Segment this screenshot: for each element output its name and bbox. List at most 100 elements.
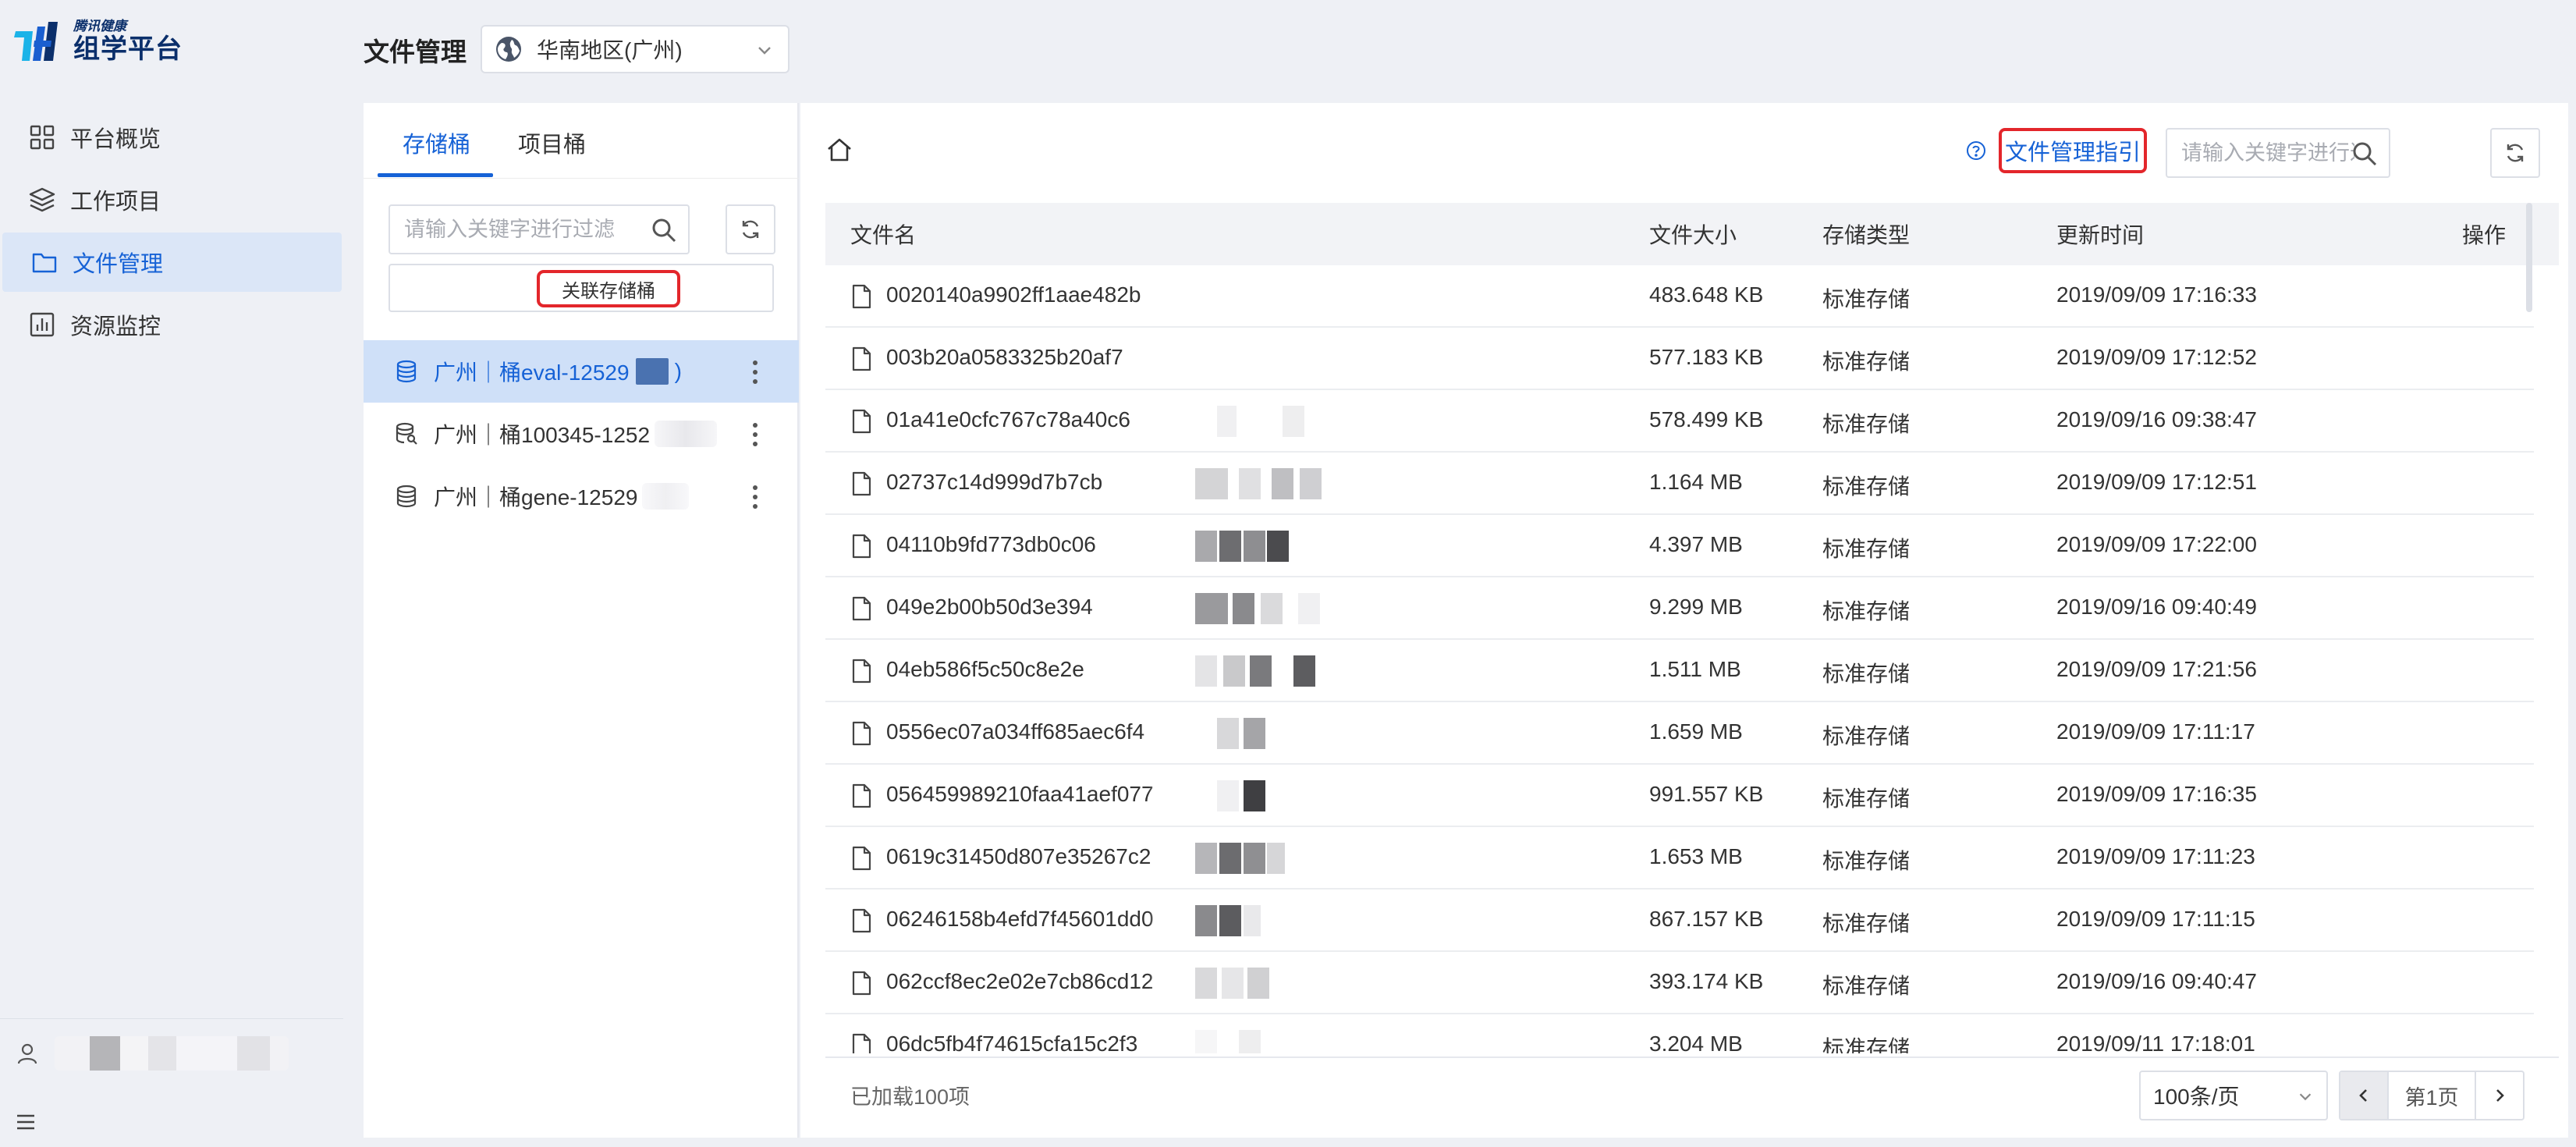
redacted-file-name-suffix xyxy=(1148,276,1304,317)
file-search-box xyxy=(2166,128,2390,178)
more-vertical-icon[interactable] xyxy=(750,359,760,385)
table-row[interactable]: 0020140a9902ff1aae482b 483.648 KB 标准存储 2019… xyxy=(825,265,2534,328)
table-scrollbar[interactable] xyxy=(2526,203,2532,312)
column-header-size[interactable]: 文件大小 xyxy=(1649,218,1737,250)
table-row[interactable]: 06dc5fb4f74615cfa15c2f3 3.204 MB 标准存储 2019/… xyxy=(825,1014,2534,1053)
region-select-value: 华南地区(广州) xyxy=(537,38,683,62)
redacted-file-name-suffix xyxy=(1148,838,1304,879)
file-size: 1.659 MB xyxy=(1649,719,1743,744)
bucket-item-gene[interactable]: 广州｜桶gene-12529 xyxy=(364,465,799,527)
table-row[interactable]: 0619c31450d807e35267c2 1.653 MB 标准存储 2019/0… xyxy=(825,827,2534,890)
sidebar: 腾讯健康 组学平台 平台概览 工作项目 文件管理 资源监控 xyxy=(0,0,343,1147)
storage-type: 标准存储 xyxy=(1822,662,1911,686)
sidebar-item-monitor[interactable]: 资源监控 xyxy=(0,295,339,354)
more-vertical-icon[interactable] xyxy=(750,421,760,448)
file-name[interactable]: 062ccf8ec2e02e7cb86cd12 xyxy=(886,969,1154,994)
table-row[interactable]: 049e2b00b50d3e394 9.299 MB 标准存储 2019/09/16 … xyxy=(825,577,2534,640)
search-icon[interactable] xyxy=(651,217,677,243)
user-profile[interactable] xyxy=(16,1036,289,1071)
folder-icon xyxy=(32,253,57,273)
storage-type: 标准存储 xyxy=(1822,724,1911,748)
bucket-item-eval[interactable]: 广州｜桶eval-12529 ) xyxy=(364,340,799,403)
table-row[interactable]: 06246158b4efd7f45601dd0 867.157 KB 标准存储 201… xyxy=(825,890,2534,952)
file-icon xyxy=(852,1033,871,1053)
table-row[interactable]: 056459989210faa41aef077 991.557 KB 标准存储 201… xyxy=(825,765,2534,827)
database-search-icon xyxy=(396,422,417,445)
file-name[interactable]: 0619c31450d807e35267c2 xyxy=(886,844,1151,869)
storage-type: 标准存储 xyxy=(1822,849,1911,873)
table-row[interactable]: 003b20a0583325b20af7 577.183 KB 标准存储 2019/0… xyxy=(825,328,2534,390)
updated-time: 2019/09/09 17:16:35 xyxy=(2056,782,2257,806)
footer-divider xyxy=(825,1056,2559,1058)
file-size: 1.511 MB xyxy=(1649,657,1741,681)
more-vertical-icon[interactable] xyxy=(750,484,760,510)
bucket-item-100345[interactable]: 广州｜桶100345-1252 xyxy=(364,403,799,465)
tab-project-buckets[interactable]: 项目桶 xyxy=(518,126,586,159)
prev-page-button[interactable] xyxy=(2340,1072,2389,1119)
file-size: 3.204 MB xyxy=(1649,1032,1743,1053)
updated-time: 2019/09/09 17:11:17 xyxy=(2056,719,2255,744)
storage-type: 标准存储 xyxy=(1822,911,1911,936)
globe-icon xyxy=(496,37,521,62)
loaded-count: 已加载100项 xyxy=(850,1085,970,1109)
next-page-button[interactable] xyxy=(2476,1072,2523,1119)
column-header-time[interactable]: 更新时间 xyxy=(2056,218,2144,250)
region-select[interactable]: 华南地区(广州) xyxy=(481,25,789,73)
sidebar-item-overview[interactable]: 平台概览 xyxy=(0,108,339,167)
file-name[interactable]: 049e2b00b50d3e394 xyxy=(886,595,1093,620)
sidebar-item-label: 工作项目 xyxy=(70,190,161,215)
refresh-icon xyxy=(742,220,759,239)
file-name[interactable]: 06246158b4efd7f45601dd0 xyxy=(886,907,1154,932)
file-icon xyxy=(852,409,871,434)
database-icon xyxy=(396,360,417,383)
tabs-divider xyxy=(364,178,799,179)
redacted-file-name-suffix xyxy=(1148,900,1304,941)
link-bucket-button[interactable]: 关联存储桶 xyxy=(389,264,774,312)
current-page: 第1页 xyxy=(2389,1072,2476,1119)
table-row[interactable]: 062ccf8ec2e02e7cb86cd12 393.174 KB 标准存储 201… xyxy=(825,952,2534,1014)
home-icon[interactable] xyxy=(825,136,853,164)
file-name[interactable]: 01a41e0cfc767c78a40c6 xyxy=(886,407,1130,432)
refresh-files-button[interactable] xyxy=(2490,128,2540,178)
file-name[interactable]: 06dc5fb4f74615cfa15c2f3 xyxy=(886,1032,1137,1053)
page-size-select[interactable]: 100条/页 xyxy=(2139,1071,2328,1120)
file-name[interactable]: 0556ec07a034ff685aec6f4 xyxy=(886,719,1144,744)
file-name[interactable]: 056459989210faa41aef077 xyxy=(886,782,1154,807)
file-browser-panel: 文件管理指引 文件名 文件大小 存储类型 更新时间 操作 0020140a990… xyxy=(800,103,2568,1138)
file-icon xyxy=(852,346,871,371)
sidebar-item-projects[interactable]: 工作项目 xyxy=(0,170,339,229)
file-name[interactable]: 0020140a9902ff1aae482b xyxy=(886,282,1141,307)
table-row[interactable]: 04110b9fd773db0c06 4.397 MB 标准存储 2019/09/09… xyxy=(825,515,2534,577)
file-icon xyxy=(852,971,871,996)
table-row[interactable]: 01a41e0cfc767c78a40c6 578.499 KB 标准存储 2019/… xyxy=(825,390,2534,453)
logo-mark-icon xyxy=(14,22,58,61)
refresh-buckets-button[interactable] xyxy=(726,204,775,254)
column-header-type[interactable]: 存储类型 xyxy=(1822,218,1910,250)
file-name[interactable]: 04eb586f5c50c8e2e xyxy=(886,657,1084,682)
file-search-input[interactable] xyxy=(2181,139,2354,167)
updated-time: 2019/09/16 09:38:47 xyxy=(2056,407,2257,431)
redacted-file-name-suffix xyxy=(1148,651,1315,691)
table-row[interactable]: 0556ec07a034ff685aec6f4 1.659 MB 标准存储 2019/… xyxy=(825,702,2534,765)
column-header-name[interactable]: 文件名 xyxy=(850,218,916,250)
file-name[interactable]: 04110b9fd773db0c06 xyxy=(886,532,1096,557)
chevron-left-icon xyxy=(2359,1089,2367,1102)
menu-icon[interactable] xyxy=(16,1113,36,1131)
file-guide-link[interactable]: 文件管理指引 xyxy=(1966,128,2148,173)
redacted-bucket-id xyxy=(635,358,669,385)
table-row[interactable]: 02737c14d999d7b7cb 1.164 MB 标准存储 2019/09/09… xyxy=(825,453,2534,515)
user-icon xyxy=(17,1043,37,1064)
redacted-file-name-suffix xyxy=(1148,463,1322,504)
search-icon[interactable] xyxy=(2351,140,2378,167)
redacted-file-name-suffix xyxy=(1148,588,1320,629)
file-icon xyxy=(852,596,871,621)
tab-storage-buckets[interactable]: 存储桶 xyxy=(403,126,470,159)
file-name[interactable]: 003b20a0583325b20af7 xyxy=(886,345,1123,370)
storage-type: 标准存储 xyxy=(1822,537,1911,561)
updated-time: 2019/09/16 09:40:47 xyxy=(2056,969,2257,993)
table-row[interactable]: 04eb586f5c50c8e2e 1.511 MB 标准存储 2019/09/09 … xyxy=(825,640,2534,702)
file-name[interactable]: 02737c14d999d7b7cb xyxy=(886,470,1102,495)
sidebar-item-files[interactable]: 文件管理 xyxy=(2,233,342,292)
bucket-search-input[interactable] xyxy=(404,215,654,243)
updated-time: 2019/09/09 17:12:52 xyxy=(2056,345,2257,369)
